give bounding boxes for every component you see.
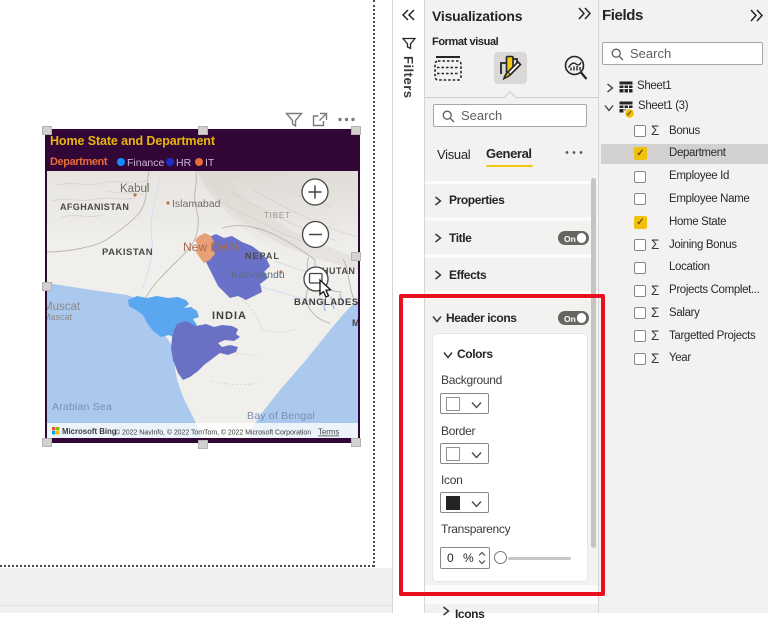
svg-text:Microsoft Bing: Microsoft Bing bbox=[62, 427, 117, 436]
svg-text:Islamabad: Islamabad bbox=[172, 198, 221, 210]
svg-text:© 2022 NavInfo, © 2022 TomTom,: © 2022 NavInfo, © 2022 TomTom, © 2022 Mi… bbox=[115, 429, 311, 437]
svg-text:INDIA: INDIA bbox=[212, 310, 247, 322]
svg-text:Kathmandu: Kathmandu bbox=[231, 269, 285, 281]
svg-text:Terms: Terms bbox=[318, 428, 339, 437]
svg-text:M: M bbox=[352, 318, 358, 328]
svg-text:New Delhi: New Delhi bbox=[183, 240, 238, 254]
svg-text:Arabian Sea: Arabian Sea bbox=[52, 401, 112, 413]
svg-text:PAKISTAN: PAKISTAN bbox=[102, 247, 153, 258]
svg-text:NEPAL: NEPAL bbox=[245, 251, 280, 261]
svg-text:TIBET: TIBET bbox=[264, 211, 291, 220]
svg-text:Kabul: Kabul bbox=[120, 183, 149, 195]
svg-text:AFGHANISTAN: AFGHANISTAN bbox=[60, 202, 129, 212]
svg-text:Mascat: Mascat bbox=[47, 312, 73, 322]
svg-text:BANGLADESH: BANGLADESH bbox=[294, 297, 358, 308]
svg-text:Bay of Bengal: Bay of Bengal bbox=[247, 410, 315, 422]
